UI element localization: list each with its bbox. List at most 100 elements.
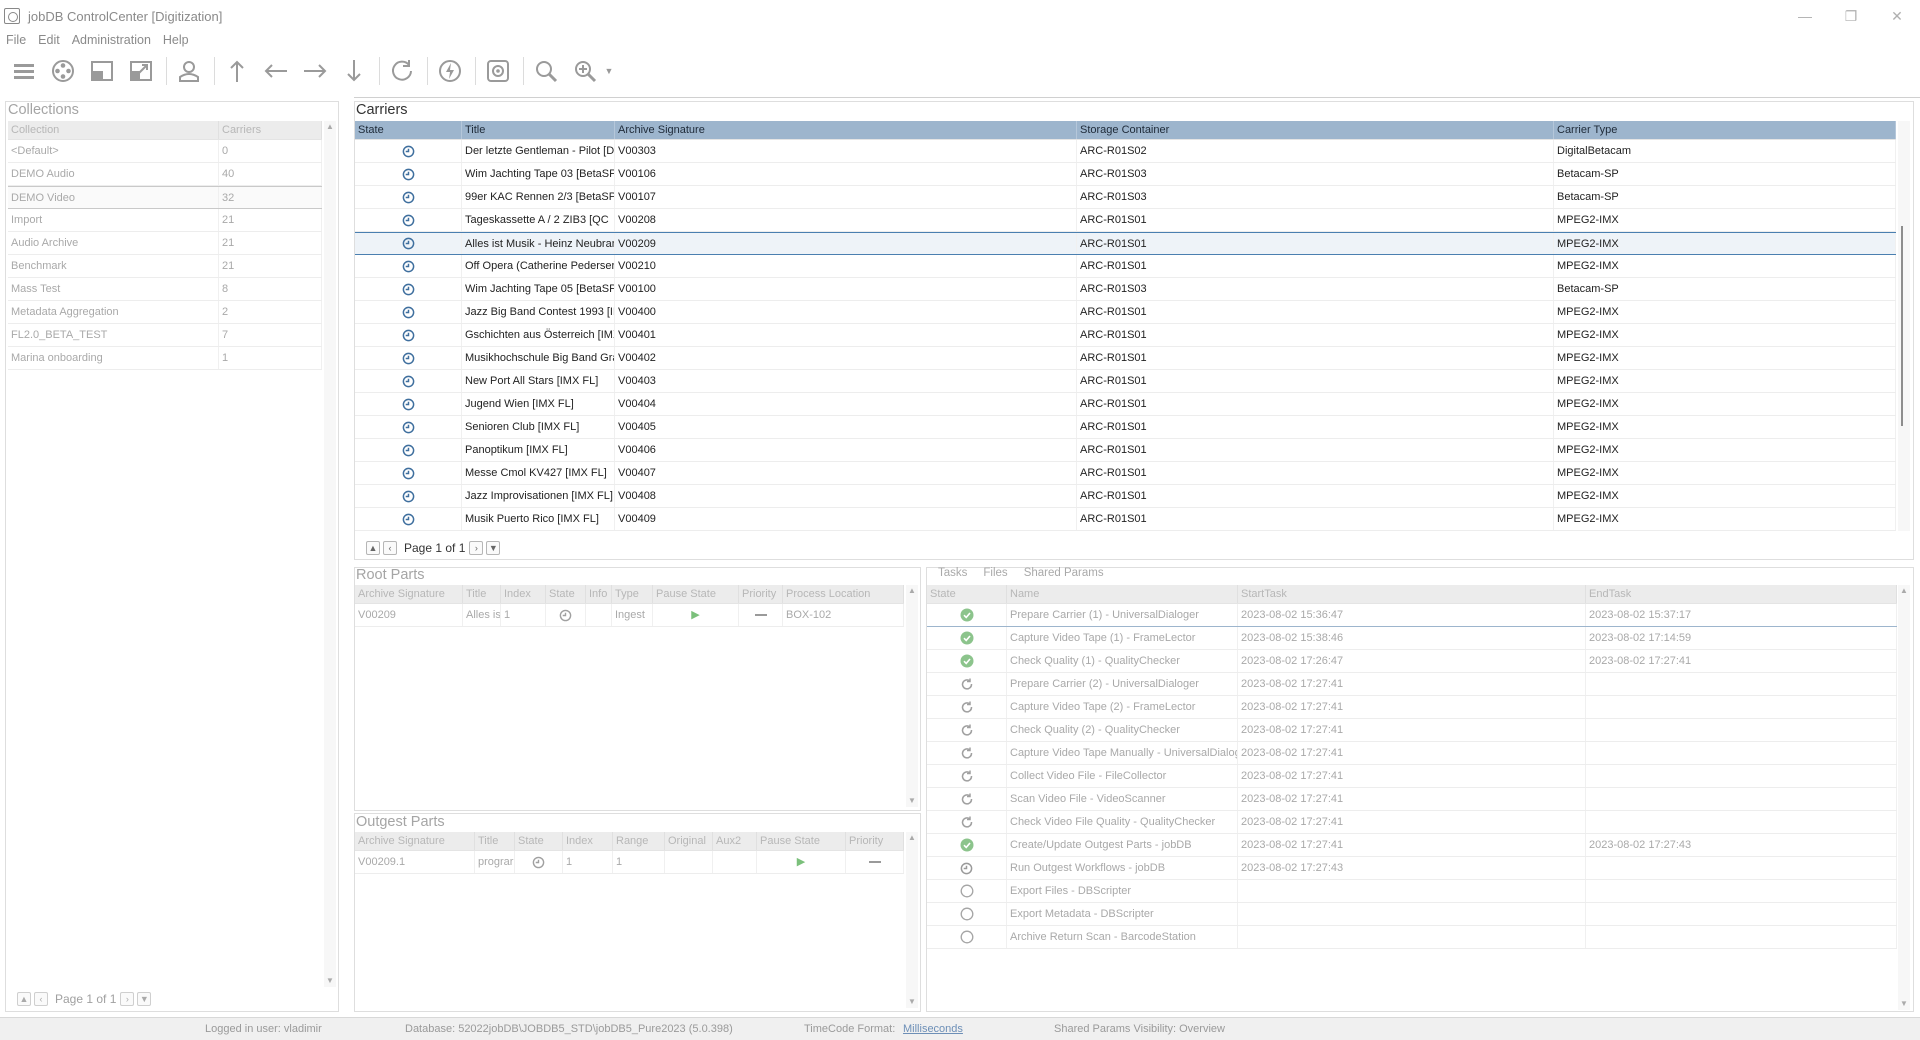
carrier-row[interactable]: Musik Puerto Rico [IMX FL] V00409 ARC-R01S… bbox=[355, 508, 1896, 531]
column-header-state[interactable]: State bbox=[355, 121, 462, 139]
carrier-row[interactable]: Musikhochschule Big Band Graz V00402 ARC-R… bbox=[355, 347, 1896, 370]
scroll-up-icon[interactable]: ▲ bbox=[906, 832, 918, 844]
column-header-title[interactable]: Title bbox=[463, 585, 501, 603]
scroll-down-icon[interactable]: ▼ bbox=[1898, 998, 1910, 1010]
task-row[interactable]: Collect Video File - FileCollector 2023-0… bbox=[927, 765, 1897, 788]
zoom-icon[interactable] bbox=[528, 55, 564, 87]
collection-row[interactable]: Import 21 bbox=[8, 209, 322, 232]
scroll-up-icon[interactable]: ▲ bbox=[324, 121, 336, 133]
column-header-index[interactable]: Index bbox=[501, 585, 546, 603]
collection-row[interactable]: FL2.0_BETA_TEST 7 bbox=[8, 324, 322, 347]
menu-icon[interactable] bbox=[6, 55, 42, 87]
menu-edit[interactable]: Edit bbox=[32, 33, 66, 47]
column-header-archive-signature[interactable]: Archive Signature bbox=[615, 121, 1077, 139]
task-row[interactable]: Export Metadata - DBScripter bbox=[927, 903, 1897, 926]
carrier-row[interactable]: Jazz Big Band Contest 1993 [IM V00400 ARC-… bbox=[355, 301, 1896, 324]
column-header-state[interactable]: State bbox=[927, 585, 1007, 603]
scroll-down-icon[interactable]: ▼ bbox=[906, 795, 918, 807]
column-header-info[interactable]: Info bbox=[586, 585, 612, 603]
tab-tasks[interactable]: Tasks bbox=[938, 567, 967, 579]
film-reel-icon[interactable] bbox=[45, 55, 81, 87]
table-row[interactable]: V00209.1 prograr 1 1 ▶ bbox=[355, 851, 904, 874]
column-header-starttask[interactable]: StartTask bbox=[1238, 585, 1586, 603]
task-row[interactable]: Capture Video Tape (2) - FrameLector 2023… bbox=[927, 696, 1897, 719]
lightning-icon[interactable] bbox=[432, 55, 468, 87]
carrier-row[interactable]: New Port All Stars [IMX FL] V00403 ARC-R01… bbox=[355, 370, 1896, 393]
menu-help[interactable]: Help bbox=[157, 33, 195, 47]
first-page-button[interactable]: ▲ bbox=[366, 541, 380, 555]
collection-row[interactable]: Marina onboarding 1 bbox=[8, 347, 322, 370]
scroll-down-icon[interactable]: ▼ bbox=[906, 996, 918, 1008]
scroll-down-icon[interactable]: ▼ bbox=[324, 975, 336, 987]
column-header-state[interactable]: State bbox=[546, 585, 586, 603]
task-row[interactable]: Export Files - DBScripter bbox=[927, 880, 1897, 903]
table-row[interactable]: V00209 Alles is 1 Ingest ▶ BOX-102 bbox=[355, 604, 904, 627]
carrier-row[interactable]: Alles ist Musik - Heinz Neubranc V00209 AR… bbox=[355, 232, 1896, 255]
timecode-format-link[interactable]: Milliseconds bbox=[903, 1023, 963, 1035]
task-row[interactable]: Archive Return Scan - BarcodeStation bbox=[927, 926, 1897, 949]
carrier-row[interactable]: Off Opera (Catherine Pederser V00210 ARC-R… bbox=[355, 255, 1896, 278]
column-header-carriers[interactable]: Carriers bbox=[219, 121, 322, 139]
carrier-row[interactable]: Panoptikum [IMX FL] V00406 ARC-R01S01 MPEG2… bbox=[355, 439, 1896, 462]
task-row[interactable]: Capture Video Tape Manually - UniversalD… bbox=[927, 742, 1897, 765]
arrow-down-icon[interactable] bbox=[336, 55, 372, 87]
column-header-name[interactable]: Name bbox=[1007, 585, 1238, 603]
task-row[interactable]: Check Video File Quality - QualityChecke… bbox=[927, 811, 1897, 834]
settings-icon[interactable] bbox=[480, 55, 516, 87]
task-row[interactable]: Run Outgest Workflows - jobDB 2023-08-02 … bbox=[927, 857, 1897, 880]
collection-row[interactable]: DEMO Video 32 bbox=[8, 186, 322, 209]
close-button[interactable]: ✕ bbox=[1874, 0, 1920, 32]
play-icon[interactable]: ▶ bbox=[653, 604, 739, 626]
column-header-carrier-type[interactable]: Carrier Type bbox=[1554, 121, 1896, 139]
collection-row[interactable]: DEMO Audio 40 bbox=[8, 163, 322, 186]
next-page-button[interactable]: › bbox=[120, 992, 135, 1006]
column-header-archive-signature[interactable]: Archive Signature bbox=[355, 585, 463, 603]
carrier-row[interactable]: Der letzte Gentleman - Pilot [Di V00303 AR… bbox=[355, 140, 1896, 163]
task-row[interactable]: Prepare Carrier (2) - UniversalDialoger 2… bbox=[927, 673, 1897, 696]
collection-row[interactable]: Audio Archive 21 bbox=[8, 232, 322, 255]
tab-files[interactable]: Files bbox=[983, 567, 1007, 579]
first-page-button[interactable]: ▲ bbox=[17, 992, 31, 1006]
task-row[interactable]: Prepare Carrier (1) - UniversalDialoger 2… bbox=[927, 604, 1897, 627]
refresh-icon[interactable] bbox=[384, 55, 420, 87]
carriers-scrollbar[interactable] bbox=[1898, 121, 1910, 531]
collection-row[interactable]: Mass Test 8 bbox=[8, 278, 322, 301]
outgest-parts-scrollbar[interactable]: ▲ ▼ bbox=[906, 832, 918, 1008]
menu-administration[interactable]: Administration bbox=[66, 33, 157, 47]
tab-shared-params[interactable]: Shared Params bbox=[1024, 567, 1104, 579]
carrier-row[interactable]: Messe Cmol KV427 [IMX FL] V00407 ARC-R01S0… bbox=[355, 462, 1896, 485]
prev-page-button[interactable]: ‹ bbox=[383, 541, 397, 555]
column-header-state[interactable]: State bbox=[515, 832, 563, 850]
last-page-button[interactable]: ▼ bbox=[137, 992, 152, 1006]
scroll-thumb[interactable] bbox=[1901, 226, 1903, 426]
next-page-button[interactable]: › bbox=[469, 541, 484, 555]
carrier-row[interactable]: Jazz Improvisationen [IMX FL] V00408 ARC-R… bbox=[355, 485, 1896, 508]
column-header-title[interactable]: Title bbox=[475, 832, 515, 850]
carrier-row[interactable]: Gschichten aus Österreich [IMX V00401 ARC-… bbox=[355, 324, 1896, 347]
task-row[interactable]: Scan Video File - VideoScanner 2023-08-02… bbox=[927, 788, 1897, 811]
column-header-index[interactable]: Index bbox=[563, 832, 613, 850]
arrow-up-icon[interactable] bbox=[219, 55, 255, 87]
carrier-row[interactable]: Wim Jachting Tape 03 [BetaSP V00106 ARC-R0… bbox=[355, 163, 1896, 186]
column-header-type[interactable]: Type bbox=[612, 585, 653, 603]
import-icon[interactable] bbox=[84, 55, 120, 87]
task-row[interactable]: Capture Video Tape (1) - FrameLector 2023… bbox=[927, 627, 1897, 650]
collections-scrollbar[interactable]: ▲ ▼ bbox=[324, 121, 336, 987]
root-parts-scrollbar[interactable]: ▲ ▼ bbox=[906, 585, 918, 807]
column-header-process-location[interactable]: Process Location bbox=[783, 585, 904, 603]
scroll-up-icon[interactable]: ▲ bbox=[1898, 585, 1910, 597]
column-header-pause-state[interactable]: Pause State bbox=[757, 832, 846, 850]
tasks-scrollbar[interactable]: ▲ ▼ bbox=[1898, 585, 1910, 1010]
column-header-storage-container[interactable]: Storage Container bbox=[1077, 121, 1554, 139]
arrow-right-icon[interactable] bbox=[297, 55, 333, 87]
carrier-row[interactable]: Senioren Club [IMX FL] V00405 ARC-R01S01 MP… bbox=[355, 416, 1896, 439]
minimize-button[interactable]: — bbox=[1782, 0, 1828, 32]
column-header-priority[interactable]: Priority bbox=[739, 585, 783, 603]
column-header-endtask[interactable]: EndTask bbox=[1586, 585, 1897, 603]
user-icon[interactable] bbox=[171, 55, 207, 87]
column-header-archive-signature[interactable]: Archive Signature bbox=[355, 832, 475, 850]
task-row[interactable]: Check Quality (1) - QualityChecker 2023-0… bbox=[927, 650, 1897, 673]
scroll-up-icon[interactable]: ▲ bbox=[906, 585, 918, 597]
maximize-button[interactable]: ❐ bbox=[1828, 0, 1874, 32]
column-header-aux2[interactable]: Aux2 bbox=[713, 832, 757, 850]
